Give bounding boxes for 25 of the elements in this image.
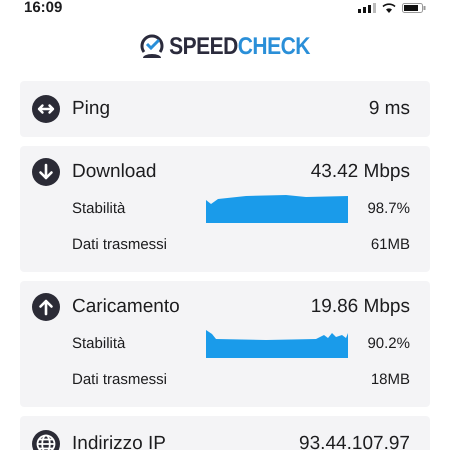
status-time: 16:09: [24, 0, 62, 16]
arrow-down-icon: [32, 158, 60, 186]
detail-value: 90.2%: [366, 335, 410, 352]
logo-text: CHECK: [238, 33, 310, 61]
result-label: Download: [72, 161, 158, 183]
detail-label: Dati trasmessi: [72, 236, 168, 253]
result-label: Caricamento: [72, 296, 181, 318]
detail-value: 61MB: [370, 236, 410, 253]
logo-text: SPEED: [169, 33, 238, 61]
result-value: 9 ms: [368, 98, 410, 120]
result-label: Indirizzo IP: [72, 433, 167, 450]
arrow-up-icon: [32, 293, 60, 321]
battery-icon: [402, 3, 426, 13]
result-value: 43.42 Mbps: [310, 161, 410, 183]
result-value: 93.44.107.97: [299, 433, 410, 450]
signal-icon: [358, 3, 376, 13]
detail-value: 98.7%: [366, 200, 410, 217]
result-label: Ping: [72, 98, 112, 120]
detail-label: Stabilità: [72, 200, 126, 217]
detail-label: Stabilità: [72, 335, 126, 352]
detail-label: Dati trasmessi: [72, 371, 168, 388]
result-value: 19.86 Mbps: [310, 296, 410, 318]
detail-value: 18MB: [370, 371, 410, 388]
wifi-icon: [382, 3, 396, 13]
logo-icon: [140, 34, 164, 60]
